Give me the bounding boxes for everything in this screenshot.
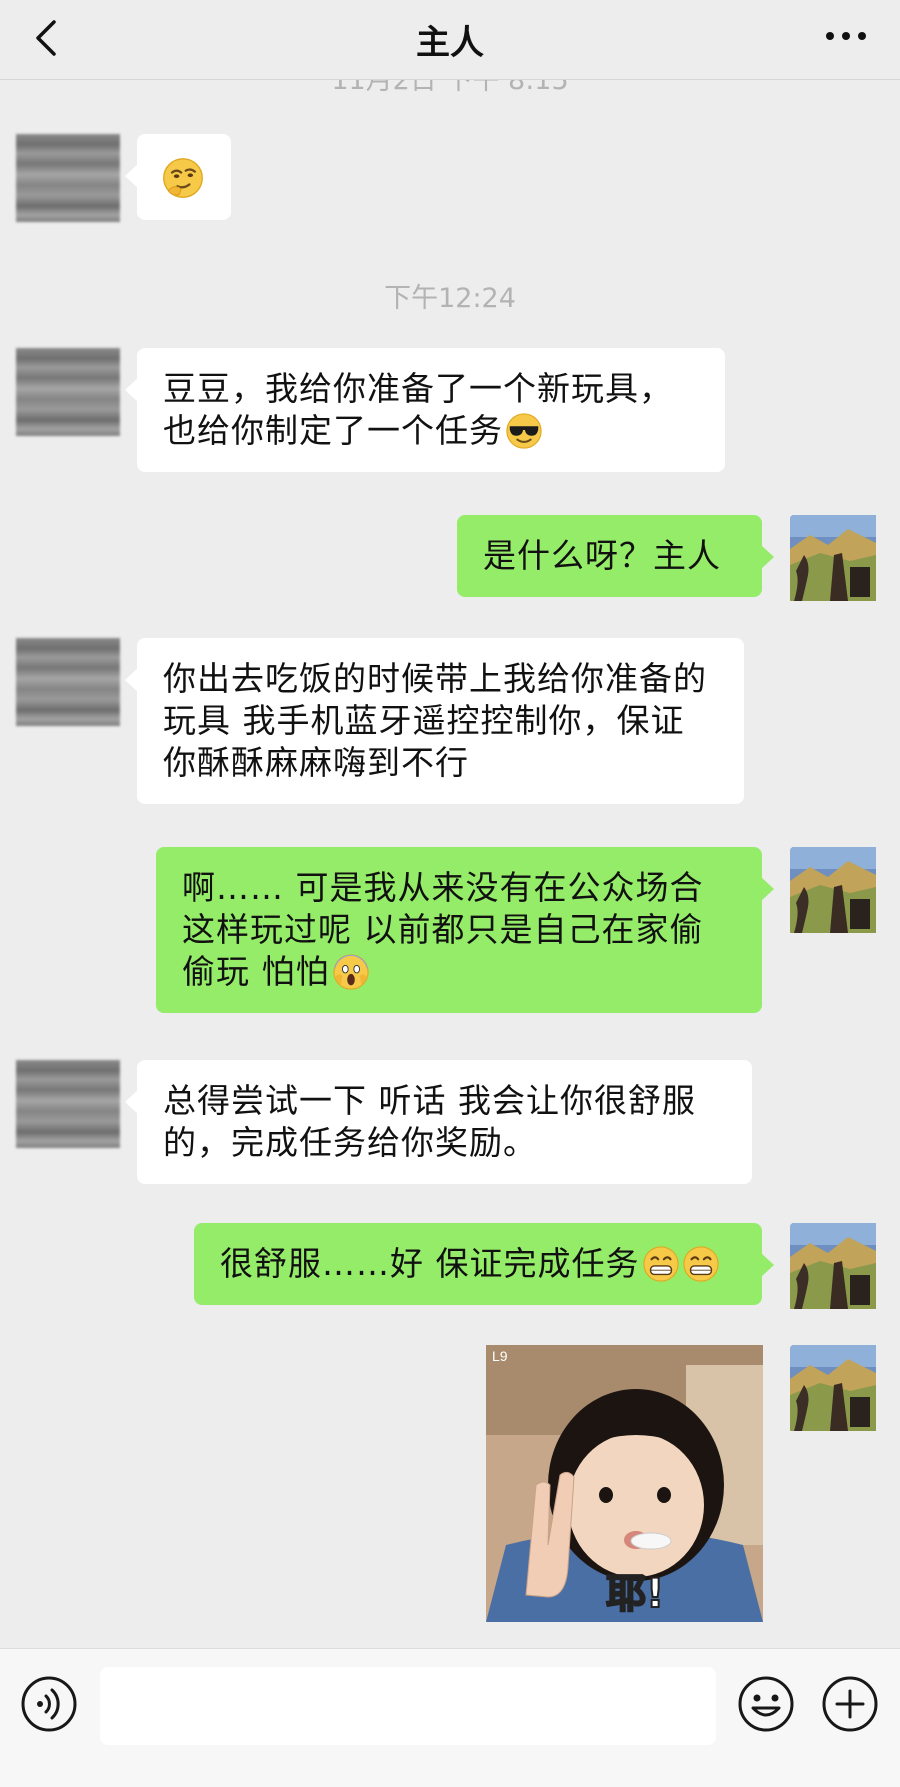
sunglasses-emoji-icon bbox=[506, 413, 542, 449]
message-bubble-incoming[interactable]: 你出去吃饭的时候带上我给你准备的玩具 我手机蓝牙遥控控制你，保证你酥酥麻麻嗨到不… bbox=[125, 638, 744, 804]
scream-emoji-icon bbox=[332, 954, 369, 990]
message-text: 啊…… 可是我从来没有在公众场合这样玩过呢 以前都只是自己在家偷偷玩 怕怕 bbox=[182, 868, 704, 991]
message-text: 很舒服……好 保证完成任务 bbox=[220, 1244, 640, 1283]
sticker-image[interactable]: L9 耶! bbox=[486, 1345, 763, 1622]
contact-avatar[interactable] bbox=[16, 348, 120, 436]
landscape-photo-icon bbox=[790, 515, 876, 601]
grin-emoji-icon bbox=[642, 1246, 679, 1282]
self-avatar[interactable] bbox=[790, 515, 894, 603]
message-text: 是什么呀？主人 bbox=[483, 536, 721, 575]
chat-header: 主人 bbox=[0, 0, 900, 80]
message-text: 你出去吃饭的时候带上我给你准备的玩具 我手机蓝牙遥控控制你，保证你酥酥麻麻嗨到不… bbox=[163, 659, 707, 782]
more-options-icon[interactable] bbox=[822, 22, 870, 50]
landscape-photo-icon bbox=[790, 1345, 876, 1431]
message-bubble-incoming[interactable]: 总得尝试一下 听话 我会让你很舒服的，完成任务给你奖励。 bbox=[125, 1060, 752, 1184]
contact-avatar[interactable] bbox=[16, 1060, 120, 1148]
contact-avatar[interactable] bbox=[16, 134, 120, 222]
self-avatar[interactable] bbox=[790, 1345, 894, 1433]
landscape-photo-icon bbox=[790, 847, 876, 933]
message-bubble-incoming[interactable]: 豆豆，我给你准备了一个新玩具，也给你制定了一个任务 bbox=[125, 348, 725, 472]
message-bubble-outgoing[interactable]: 很舒服……好 保证完成任务 bbox=[194, 1223, 774, 1305]
back-arrow-icon[interactable] bbox=[30, 16, 70, 60]
timestamp-partial: 11月2日 下午 8:15 bbox=[331, 80, 569, 96]
message-bubble-outgoing[interactable]: 是什么呀？主人 bbox=[457, 515, 774, 597]
emoji-picker-icon[interactable] bbox=[737, 1675, 795, 1733]
landscape-photo-icon bbox=[790, 1223, 876, 1309]
sticker-badge: L9 bbox=[492, 1348, 508, 1364]
voice-input-icon[interactable] bbox=[20, 1675, 78, 1733]
message-bubble-incoming[interactable] bbox=[125, 134, 231, 220]
message-input[interactable] bbox=[100, 1667, 716, 1745]
sticker-caption: 耶! bbox=[606, 1571, 664, 1617]
self-avatar[interactable] bbox=[790, 847, 894, 935]
self-avatar[interactable] bbox=[790, 1223, 894, 1311]
child-peace-sign-sticker-icon: L9 耶! bbox=[486, 1345, 763, 1622]
message-bubble-outgoing[interactable]: 啊…… 可是我从来没有在公众场合这样玩过呢 以前都只是自己在家偷偷玩 怕怕 bbox=[156, 847, 774, 1013]
smirk-emoji-icon bbox=[163, 158, 203, 198]
message-text: 豆豆，我给你准备了一个新玩具，也给你制定了一个任务 bbox=[163, 369, 673, 450]
contact-avatar[interactable] bbox=[16, 638, 120, 726]
message-text: 总得尝试一下 听话 我会让你很舒服的，完成任务给你奖励。 bbox=[163, 1081, 696, 1162]
chat-title: 主人 bbox=[416, 23, 484, 63]
message-list[interactable]: 11月2日 下午 8:15 下午12:24 豆豆，我给你准备了一个新玩具，也给你… bbox=[0, 80, 900, 1648]
add-attachment-icon[interactable] bbox=[821, 1675, 879, 1733]
input-bar bbox=[0, 1648, 900, 1787]
grin-emoji-icon bbox=[682, 1246, 719, 1282]
timestamp: 下午12:24 bbox=[384, 283, 516, 314]
